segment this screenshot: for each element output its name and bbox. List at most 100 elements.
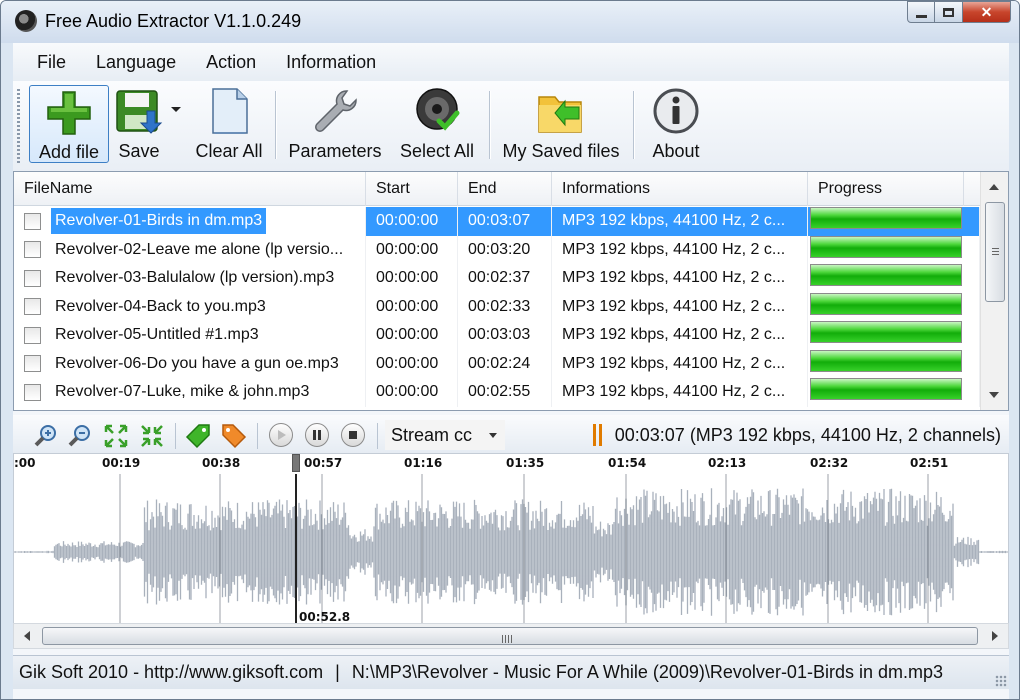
- progress-bar: [810, 292, 962, 315]
- toolbar-grip[interactable]: [17, 89, 20, 165]
- scroll-left-arrow-icon[interactable]: [24, 631, 30, 641]
- maximize-icon: [943, 7, 954, 17]
- save-dropdown-arrow-icon[interactable]: [171, 107, 181, 112]
- grip-icon: [992, 248, 999, 255]
- title-bar: Free Audio Extractor V1.1.0.249 ✕: [1, 1, 1019, 43]
- row-checkbox[interactable]: [24, 383, 41, 401]
- waveform-graph[interactable]: [14, 474, 1009, 632]
- toolbar-separator: [377, 423, 378, 449]
- parameters-button[interactable]: Parameters: [287, 85, 383, 163]
- close-button[interactable]: ✕: [963, 1, 1011, 23]
- row-checkbox[interactable]: [24, 298, 41, 316]
- zoom-selection-icon[interactable]: [139, 423, 165, 449]
- toolbar-separator: [275, 91, 276, 159]
- waveform-path: [14, 488, 1008, 616]
- zoom-out-icon[interactable]: [67, 423, 93, 449]
- progress-bar: [810, 349, 962, 372]
- column-informations[interactable]: Informations: [552, 172, 808, 206]
- menu-language[interactable]: Language: [81, 43, 191, 81]
- green-tag-icon[interactable]: [185, 423, 211, 449]
- zoom-fit-icon[interactable]: [103, 423, 129, 449]
- cell-progress: [808, 292, 980, 321]
- zoom-in-icon[interactable]: [33, 423, 59, 449]
- status-company: Gik Soft 2010 - http://www.giksoft.com: [19, 662, 324, 682]
- my-saved-files-button[interactable]: My Saved files: [499, 85, 623, 163]
- menu-action[interactable]: Action: [191, 43, 271, 81]
- wrench-icon: [309, 87, 361, 135]
- table-row[interactable]: Revolver-04-Back to you.mp3 00:00:00 00:02…: [14, 292, 980, 321]
- cell-informations: MP3 192 kbps, 44100 Hz, 2 c...: [552, 207, 808, 236]
- close-icon: ✕: [980, 3, 993, 20]
- toolbar-separator: [633, 91, 634, 159]
- stop-button[interactable]: [341, 423, 365, 447]
- save-label: Save: [118, 141, 160, 161]
- cell-start: 00:00:00: [366, 378, 458, 407]
- maximize-button[interactable]: [935, 1, 963, 23]
- filename-text: Revolver-01-Birds in dm.mp3: [51, 208, 267, 235]
- menu-information[interactable]: Information: [271, 43, 391, 81]
- menu-file[interactable]: File: [13, 43, 81, 81]
- column-end[interactable]: End: [458, 172, 552, 206]
- list-header: FileName Start End Informations Progress: [14, 172, 980, 206]
- waveform-panel[interactable]: :00 00:19 00:38 00:57 01:16 01:35 01:54 02:13 02…: [13, 453, 1009, 633]
- window-title: Free Audio Extractor V1.1.0.249: [45, 11, 302, 31]
- orange-tag-icon[interactable]: [221, 423, 247, 449]
- scroll-up-arrow-icon[interactable]: [989, 184, 999, 190]
- cell-informations: MP3 192 kbps, 44100 Hz, 2 c...: [552, 292, 808, 321]
- progress-fill: [811, 379, 961, 399]
- row-checkbox[interactable]: [24, 269, 41, 287]
- list-vertical-scrollbar[interactable]: [980, 172, 1008, 410]
- about-label: About: [652, 141, 700, 161]
- scroll-right-arrow-icon[interactable]: [992, 631, 998, 641]
- cell-start: 00:00:00: [366, 349, 458, 378]
- cell-start: 00:00:00: [366, 264, 458, 293]
- timeline-tick-label: 01:16: [404, 456, 443, 470]
- blank-document-icon: [203, 87, 255, 135]
- about-button[interactable]: About: [643, 85, 709, 163]
- save-button[interactable]: Save: [111, 85, 167, 163]
- progress-bar: [810, 378, 962, 400]
- add-file-button[interactable]: Add file: [29, 85, 109, 163]
- table-row[interactable]: Revolver-06-Do you have a gun oe.mp3 00:0…: [14, 349, 980, 378]
- waveform-horizontal-scrollbar[interactable]: [13, 623, 1009, 649]
- table-row[interactable]: Revolver-01-Birds in dm.mp3 00:00:00 00:03…: [14, 207, 980, 236]
- play-button[interactable]: [269, 423, 293, 447]
- table-row[interactable]: Revolver-03-Balulalow (lp version).mp3 00…: [14, 264, 980, 293]
- cell-end: 00:03:07: [458, 207, 552, 236]
- progress-bar: [810, 321, 962, 343]
- table-row[interactable]: Revolver-07-Luke, mike & john.mp3 00:00:0…: [14, 378, 980, 407]
- minimize-button[interactable]: [907, 1, 935, 23]
- scroll-down-arrow-icon[interactable]: [989, 392, 999, 398]
- table-row[interactable]: Revolver-02-Leave me alone (lp versio...…: [14, 235, 980, 264]
- timeline-tick-label: 02:32: [810, 456, 849, 470]
- column-progress[interactable]: Progress: [808, 172, 964, 206]
- info-icon: [650, 87, 702, 135]
- column-start[interactable]: Start: [366, 172, 458, 206]
- pause-button[interactable]: [305, 423, 329, 447]
- row-checkbox[interactable]: [24, 326, 41, 344]
- cell-progress: [808, 321, 980, 350]
- row-checkbox[interactable]: [24, 241, 41, 259]
- timeline-ruler[interactable]: :00 00:19 00:38 00:57 01:16 01:35 01:54 02:13 02…: [14, 454, 1008, 474]
- folder-arrow-icon: [535, 87, 587, 135]
- progress-bar: [810, 264, 962, 286]
- cell-filename: Revolver-05-Untitled #1.mp3: [14, 321, 366, 350]
- column-filename[interactable]: FileName: [14, 172, 366, 206]
- scroll-thumb[interactable]: [985, 202, 1005, 302]
- row-checkbox[interactable]: [24, 212, 41, 230]
- clear-all-label: Clear All: [195, 141, 263, 161]
- track-info: 00:03:07 (MP3 192 kbps, 44100 Hz, 2 chan…: [592, 424, 1001, 446]
- progress-fill: [811, 236, 961, 257]
- list-rows: Revolver-01-Birds in dm.mp3 00:00:00 00:03…: [14, 207, 980, 407]
- cell-informations: MP3 192 kbps, 44100 Hz, 2 c...: [552, 321, 808, 350]
- my-saved-files-label: My Saved files: [502, 141, 620, 161]
- playhead-handle[interactable]: [292, 454, 300, 472]
- clear-all-button[interactable]: Clear All: [189, 85, 269, 163]
- stream-select[interactable]: Stream cc: [385, 420, 505, 450]
- resize-grip-icon[interactable]: [995, 675, 1007, 687]
- table-row[interactable]: Revolver-05-Untitled #1.mp3 00:00:00 00:03…: [14, 321, 980, 350]
- cell-filename: Revolver-07-Luke, mike & john.mp3: [14, 378, 366, 407]
- cell-progress: [808, 349, 980, 378]
- select-all-button[interactable]: Select All: [395, 85, 479, 163]
- row-checkbox[interactable]: [24, 355, 41, 373]
